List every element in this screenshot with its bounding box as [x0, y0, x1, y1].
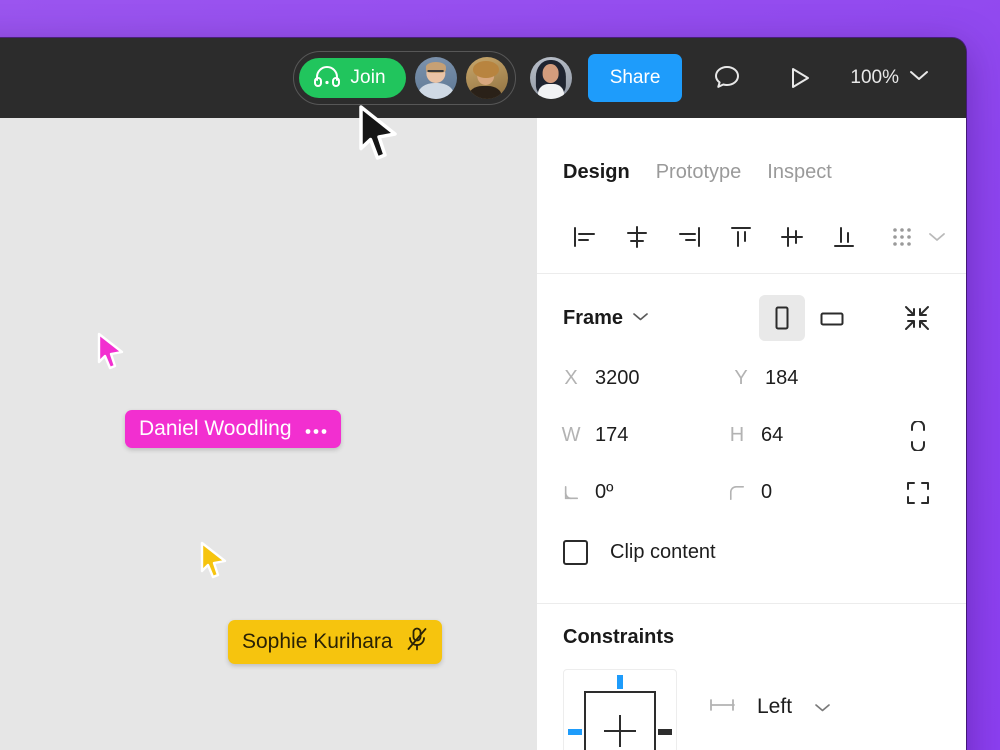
align-bottom-icon[interactable] [818, 215, 870, 259]
design-canvas[interactable]: Daniel Woodling Sophie Kurihara [0, 118, 537, 750]
width-field[interactable]: W 174 [563, 424, 729, 447]
clip-content-label: Clip content [610, 541, 716, 564]
frame-header: Frame [563, 296, 946, 340]
height-value: 64 [761, 424, 783, 447]
align-top-icon[interactable] [715, 215, 767, 259]
x-field[interactable]: X 3200 [563, 367, 733, 390]
properties-panel: Design Prototype Inspect [537, 118, 966, 750]
x-label: X [563, 367, 579, 390]
microphone-muted-icon[interactable] [406, 627, 428, 657]
horizontal-constraint-value: Left [757, 695, 792, 719]
align-right-icon[interactable] [663, 215, 715, 259]
avatar-collaborator-1[interactable] [415, 57, 457, 99]
constraints-section: Constraints L [537, 604, 966, 750]
y-label: Y [733, 367, 749, 390]
constrain-proportions-icon[interactable] [895, 413, 940, 459]
cursor-label-sophie-name: Sophie Kurihara [242, 630, 393, 654]
tab-design[interactable]: Design [563, 161, 630, 184]
zoom-level-label: 100% [850, 67, 899, 89]
frame-type-label: Frame [563, 307, 623, 330]
y-field[interactable]: Y 184 [733, 367, 903, 390]
align-horizontal-center-icon[interactable] [611, 215, 663, 259]
constraints-body: Left Top [563, 649, 946, 750]
constraint-handle-left[interactable] [568, 729, 582, 735]
angle-icon [563, 484, 579, 502]
remote-cursor-sophie [198, 540, 232, 580]
clip-content-checkbox[interactable] [563, 540, 588, 565]
cursor-label-sophie[interactable]: Sophie Kurihara [228, 620, 442, 664]
share-button[interactable]: Share [588, 54, 683, 102]
constraint-center-plus-icon [604, 730, 636, 732]
constraint-handle-right[interactable] [658, 729, 672, 735]
zoom-level-control[interactable]: 100% [850, 67, 929, 89]
position-row: X 3200 Y 184 [563, 350, 946, 407]
resize-to-fit-icon[interactable] [894, 295, 940, 341]
landscape-orientation-icon[interactable] [809, 295, 855, 341]
constraint-dropdowns: Left Top [709, 669, 831, 750]
tab-inspect[interactable]: Inspect [767, 161, 831, 184]
tab-prototype[interactable]: Prototype [656, 161, 742, 184]
join-button[interactable]: Join [299, 58, 405, 98]
size-row: W 174 H 64 [563, 407, 946, 464]
toolbar-right-group: Join Share [293, 51, 929, 105]
ellipsis-icon[interactable] [305, 417, 327, 441]
independent-corners-icon[interactable] [895, 470, 940, 516]
distribute-grid-icon[interactable] [876, 215, 928, 259]
align-left-icon[interactable] [559, 215, 611, 259]
chevron-down-icon[interactable] [928, 231, 946, 243]
play-present-icon[interactable] [776, 55, 822, 101]
frame-section: Frame [537, 274, 966, 604]
align-vertical-center-icon[interactable] [766, 215, 818, 259]
y-value: 184 [765, 367, 798, 390]
avatar-collaborator-2[interactable] [466, 57, 508, 99]
alignment-toolbar [537, 200, 966, 274]
portrait-orientation-icon[interactable] [759, 295, 805, 341]
chevron-down-icon [909, 69, 929, 87]
width-label: W [563, 424, 579, 447]
corner-radius-icon [729, 484, 745, 502]
rotation-value: 0º [595, 481, 613, 504]
cursor-label-daniel[interactable]: Daniel Woodling [125, 410, 341, 448]
collaboration-pill: Join [293, 51, 515, 105]
join-button-label: Join [350, 67, 385, 89]
constraint-widget[interactable] [563, 669, 677, 750]
comment-bubble-icon[interactable] [704, 55, 750, 101]
clip-content-checkbox-row[interactable]: Clip content [563, 521, 946, 583]
remote-cursor-daniel [95, 331, 129, 371]
orientation-group [759, 295, 855, 341]
chevron-down-icon [814, 702, 831, 713]
chevron-down-icon [632, 309, 649, 327]
constraint-handle-top[interactable] [617, 675, 623, 689]
top-toolbar: Join Share [0, 38, 966, 118]
app-window: Join Share [0, 38, 966, 750]
cursor-label-daniel-name: Daniel Woodling [139, 417, 292, 441]
corner-radius-value: 0 [761, 481, 772, 504]
horizontal-constraint-icon [709, 698, 735, 717]
height-label: H [729, 424, 745, 447]
rotation-field[interactable]: 0º [563, 481, 729, 504]
horizontal-constraint-dropdown[interactable]: Left [709, 695, 831, 719]
height-field[interactable]: H 64 [729, 424, 895, 447]
frame-type-dropdown[interactable]: Frame [563, 307, 649, 330]
headset-icon [313, 66, 341, 91]
avatar-collaborator-3[interactable] [530, 57, 572, 99]
width-value: 174 [595, 424, 628, 447]
corner-radius-field[interactable]: 0 [729, 481, 895, 504]
panel-tabs: Design Prototype Inspect [537, 118, 966, 200]
x-value: 3200 [595, 367, 640, 390]
constraints-title: Constraints [563, 626, 946, 649]
rotation-radius-row: 0º 0 [563, 464, 946, 521]
